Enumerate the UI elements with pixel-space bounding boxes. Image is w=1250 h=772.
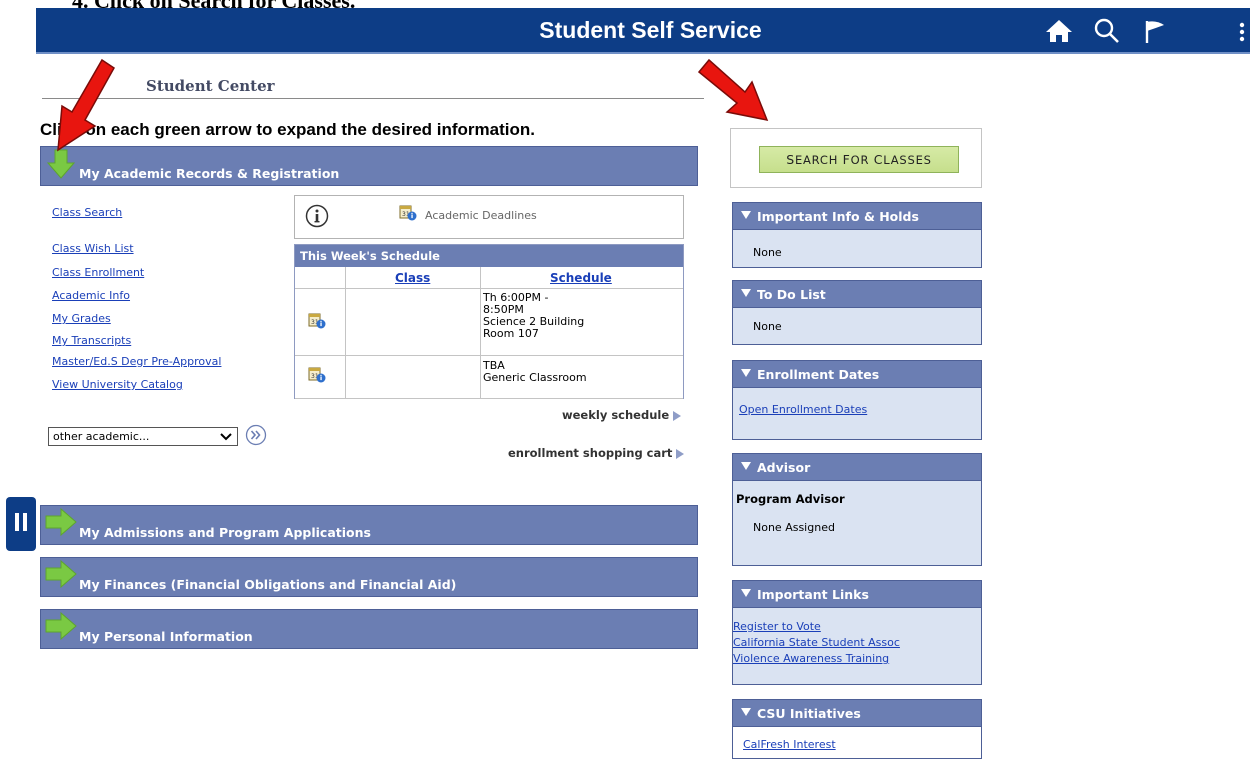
- green-arrow-right-icon[interactable]: [45, 560, 77, 588]
- home-icon[interactable]: [1044, 17, 1074, 45]
- holds-value: None: [753, 246, 782, 259]
- link-csu-student-assoc[interactable]: California State Student Assoc: [733, 636, 900, 649]
- triangle-down-icon: [741, 462, 751, 470]
- top-banner: Student Self Service: [36, 8, 1250, 54]
- panel-important-info-holds: Important Info & Holds None: [732, 202, 982, 268]
- panel-header[interactable]: Enrollment Dates: [733, 361, 981, 388]
- section-admissions-label: My Admissions and Program Applications: [79, 525, 371, 540]
- other-academic-select[interactable]: other academic...: [48, 427, 238, 446]
- link-academic-info[interactable]: Academic Info: [52, 289, 130, 302]
- section-personal-label: My Personal Information: [79, 629, 253, 644]
- schedule-line: Science 2 Building: [483, 315, 585, 328]
- triangle-down-icon: [741, 289, 751, 297]
- green-arrow-right-icon[interactable]: [45, 612, 77, 640]
- program-advisor-heading: Program Advisor: [736, 492, 845, 506]
- column-header-schedule[interactable]: Schedule: [550, 271, 612, 285]
- triangle-right-icon: [676, 448, 685, 459]
- pause-button[interactable]: [6, 497, 36, 551]
- triangle-right-icon: [673, 410, 682, 421]
- link-my-transcripts[interactable]: My Transcripts: [52, 334, 131, 347]
- schedule-line: Generic Classroom: [483, 371, 587, 384]
- link-university-catalog[interactable]: View University Catalog: [52, 378, 183, 391]
- panel-header[interactable]: Advisor: [733, 454, 981, 481]
- weekly-schedule-label: weekly schedule: [562, 408, 670, 422]
- section-personal-info[interactable]: My Personal Information: [40, 609, 698, 649]
- column-header-class[interactable]: Class: [395, 271, 430, 285]
- link-calfresh-interest[interactable]: CalFresh Interest: [743, 738, 836, 751]
- panel-title: Enrollment Dates: [757, 367, 880, 382]
- todo-value: None: [753, 320, 782, 333]
- panel-csu-initiatives: CSU Initiatives CalFresh Interest: [732, 699, 982, 759]
- col-divider: [345, 267, 346, 398]
- schedule-title: This Week's Schedule: [295, 245, 683, 267]
- row-divider: [295, 355, 683, 356]
- section-admissions[interactable]: My Admissions and Program Applications: [40, 505, 698, 545]
- header-divider: [42, 98, 704, 99]
- pause-icon: [23, 513, 27, 531]
- student-center-title: Student Center: [146, 77, 275, 95]
- shopping-cart-link[interactable]: enrollment shopping cart: [508, 446, 685, 460]
- green-arrow-right-icon[interactable]: [45, 508, 77, 536]
- link-class-wish-list[interactable]: Class Wish List: [52, 242, 134, 255]
- advisor-value: None Assigned: [753, 521, 835, 534]
- triangle-down-icon: [741, 708, 751, 716]
- search-for-classes-button[interactable]: SEARCH FOR CLASSES: [759, 146, 959, 173]
- section-academic-label: My Academic Records & Registration: [79, 166, 340, 181]
- search-classes-container: SEARCH FOR CLASSES: [730, 128, 982, 188]
- pause-icon: [15, 513, 19, 531]
- panel-important-links: Important Links Register to Vote Califor…: [732, 580, 982, 685]
- more-menu-icon[interactable]: [1234, 17, 1250, 45]
- panel-header[interactable]: To Do List: [733, 281, 981, 308]
- red-annotation-arrow-icon: [50, 58, 116, 154]
- panel-header[interactable]: CSU Initiatives: [733, 700, 981, 727]
- calendar-info-icon[interactable]: 31: [308, 366, 326, 383]
- section-academic-records[interactable]: My Academic Records & Registration: [40, 146, 698, 186]
- info-icon: [305, 204, 329, 228]
- search-icon[interactable]: [1092, 17, 1122, 45]
- link-class-search[interactable]: Class Search: [52, 206, 122, 219]
- section-finances-label: My Finances (Financial Obligations and F…: [79, 577, 457, 592]
- col-divider: [480, 267, 481, 398]
- panel-header[interactable]: Important Links: [733, 581, 981, 608]
- panel-enrollment-dates: Enrollment Dates Open Enrollment Dates: [732, 360, 982, 440]
- panel-advisor: Advisor Program Advisor None Assigned: [732, 453, 982, 566]
- red-annotation-arrow-icon: [695, 58, 771, 124]
- chevron-down-icon: [220, 433, 232, 441]
- panel-header[interactable]: Important Info & Holds: [733, 203, 981, 230]
- panel-title: Important Links: [757, 587, 869, 602]
- weekly-schedule-table: This Week's Schedule Class Schedule 31 T…: [294, 244, 684, 399]
- calendar-info-icon[interactable]: 31: [308, 312, 326, 329]
- panel-to-do-list: To Do List None: [732, 280, 982, 345]
- double-chevron-right-icon[interactable]: [245, 424, 267, 446]
- row-divider: [295, 288, 683, 289]
- panel-title: Advisor: [757, 460, 811, 475]
- weekly-schedule-link[interactable]: weekly schedule: [562, 408, 682, 422]
- section-finances[interactable]: My Finances (Financial Obligations and F…: [40, 557, 698, 597]
- schedule-line: TBA: [483, 359, 505, 372]
- other-academic-value: other academic...: [53, 430, 150, 443]
- link-violence-awareness[interactable]: Violence Awareness Training: [733, 652, 889, 665]
- link-class-enrollment[interactable]: Class Enrollment: [52, 266, 144, 279]
- link-register-to-vote[interactable]: Register to Vote: [733, 620, 821, 633]
- panel-title: To Do List: [757, 287, 826, 302]
- link-master-pre-approval[interactable]: Master/Ed.S Degr Pre-Approval: [52, 355, 221, 368]
- schedule-line: Th 6:00PM -: [483, 291, 549, 304]
- panel-title: Important Info & Holds: [757, 209, 919, 224]
- row-divider: [295, 398, 683, 399]
- shopping-cart-label: enrollment shopping cart: [508, 446, 673, 460]
- triangle-down-icon: [741, 211, 751, 219]
- link-my-grades[interactable]: My Grades: [52, 312, 111, 325]
- schedule-line: Room 107: [483, 327, 539, 340]
- flag-icon[interactable]: [1140, 17, 1170, 45]
- triangle-down-icon: [741, 369, 751, 377]
- calendar-info-icon: 31: [399, 204, 417, 221]
- panel-title: CSU Initiatives: [757, 706, 861, 721]
- academic-deadlines-link[interactable]: Academic Deadlines: [425, 209, 537, 222]
- triangle-down-icon: [741, 589, 751, 597]
- schedule-line: 8:50PM: [483, 303, 524, 316]
- open-enrollment-dates-link[interactable]: Open Enrollment Dates: [739, 403, 867, 416]
- academic-deadlines-box: 31 Academic Deadlines: [294, 195, 684, 239]
